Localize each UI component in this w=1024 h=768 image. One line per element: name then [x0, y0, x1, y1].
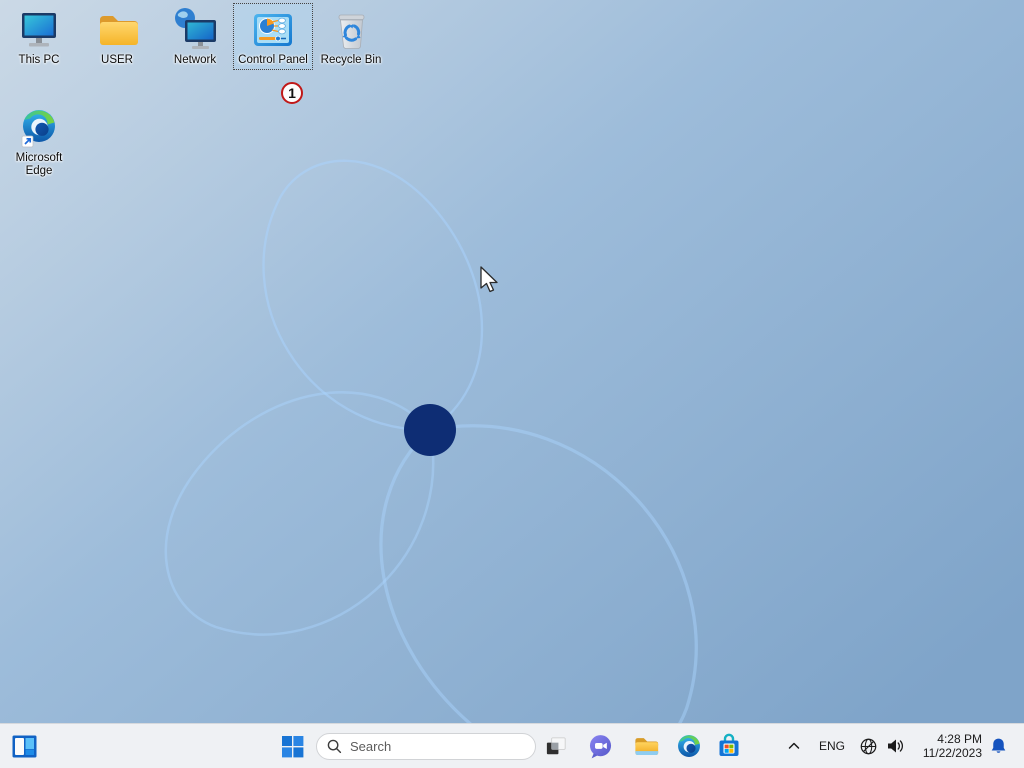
- folder-icon: [100, 16, 138, 45]
- speaker-icon: [888, 739, 903, 753]
- volume-button[interactable]: [881, 732, 909, 760]
- edge-taskbar-button[interactable]: [674, 730, 704, 762]
- task-view-icon: [546, 736, 566, 754]
- desktop-icon-this-pc[interactable]: This PC: [0, 4, 78, 69]
- split-screen-app-button[interactable]: [8, 730, 40, 762]
- chevron-up-icon: [788, 742, 800, 749]
- notifications-button[interactable]: [984, 732, 1012, 760]
- desktop-icon-microsoft-edge[interactable]: Microsoft Edge: [0, 102, 78, 180]
- network-icon: [175, 8, 216, 49]
- this-pc-icon: [22, 13, 56, 47]
- windows-start-icon: [281, 735, 303, 757]
- wallpaper: [0, 0, 1024, 723]
- taskbar-search[interactable]: [316, 733, 536, 760]
- task-view-button[interactable]: [541, 730, 571, 762]
- search-icon: [327, 739, 342, 754]
- network-status-button[interactable]: [855, 732, 881, 760]
- file-explorer-icon: [634, 737, 658, 755]
- edge-icon: [678, 735, 700, 757]
- chat-icon: [589, 734, 611, 758]
- desktop-icon-label: USER: [101, 54, 133, 66]
- annotation-step-number: 1: [288, 85, 296, 101]
- clock-date: 11/22/2023: [922, 746, 982, 760]
- annotation-step-badge: 1: [281, 82, 303, 104]
- desktop-icon-user-folder[interactable]: USER: [78, 4, 156, 69]
- control-panel-icon: [254, 14, 292, 46]
- desktop-icon-label: Microsoft Edge: [15, 152, 63, 177]
- desktop-icon-label: This PC: [18, 54, 60, 66]
- shortcut-arrow-icon: [21, 135, 34, 148]
- recycle-bin-icon: [338, 14, 365, 49]
- start-button[interactable]: [277, 730, 307, 762]
- no-internet-globe-icon: [860, 738, 876, 754]
- desktop-icon-label: Recycle Bin: [320, 54, 382, 66]
- desktop-icon-label: Network: [173, 54, 217, 66]
- language-indicator-button[interactable]: ENG: [814, 732, 850, 760]
- store-icon: [719, 733, 739, 756]
- edge-icon: [21, 110, 55, 148]
- desktop-icon-network[interactable]: Network: [156, 4, 234, 69]
- desktop-icon-label: Control Panel: [238, 54, 308, 66]
- desktop-icon-control-panel[interactable]: Control Panel: [233, 3, 313, 70]
- store-button[interactable]: [714, 730, 744, 762]
- taskbar: ENG 4:28 PM 11/22/2023: [0, 723, 1024, 768]
- clock-time: 4:28 PM: [937, 732, 982, 746]
- windows-desktop-screen: This PC USER Network Control Panel Recyc…: [0, 0, 1024, 768]
- mouse-cursor: [480, 266, 498, 293]
- split-window-icon: [12, 735, 36, 757]
- desktop-area: This PC USER Network Control Panel Recyc…: [0, 0, 1024, 723]
- tray-overflow-button[interactable]: [783, 732, 805, 760]
- file-explorer-button[interactable]: [630, 730, 660, 762]
- desktop-icon-recycle-bin[interactable]: Recycle Bin: [312, 4, 390, 69]
- chat-button[interactable]: [585, 730, 615, 762]
- clock-button[interactable]: 4:28 PM 11/22/2023: [906, 732, 982, 760]
- notification-bell-icon: [991, 738, 1005, 753]
- search-input[interactable]: [350, 739, 500, 754]
- language-label: ENG: [818, 739, 845, 753]
